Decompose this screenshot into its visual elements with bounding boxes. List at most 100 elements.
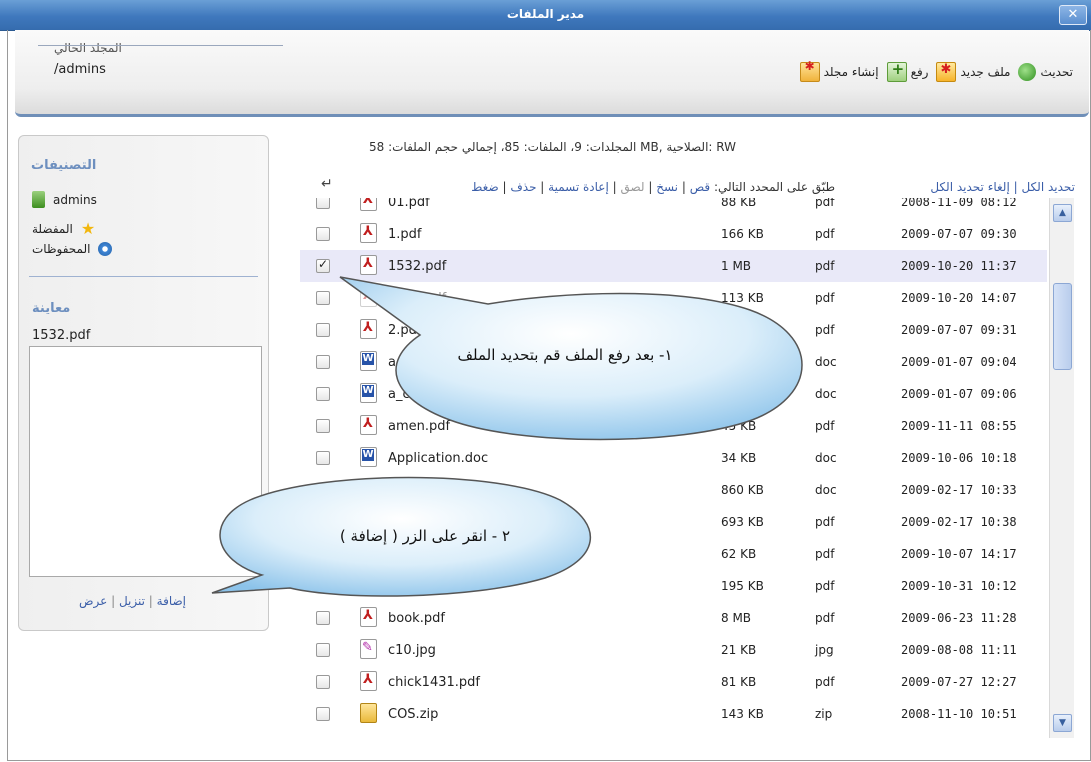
table-row[interactable]: 2.pdf 184 KB pdf 2009-07-07 09:31 [300, 314, 1047, 346]
row-checkbox[interactable] [316, 707, 330, 721]
file-name[interactable]: aqedh1.doc [388, 483, 464, 498]
new-file-button[interactable]: ملف جديد [936, 62, 1010, 82]
row-checkbox[interactable] [316, 483, 330, 497]
table-row[interactable]: chick1431.pdf 81 KB pdf 2009-07-27 12:27 [300, 666, 1047, 698]
compress-link[interactable]: ضغط [471, 180, 498, 194]
row-checkbox[interactable] [316, 451, 330, 465]
delete-link[interactable]: حذف [510, 180, 536, 194]
file-name[interactable]: 1532.pdf [388, 259, 446, 274]
sidebar-item-saved[interactable]: المحفوظات [32, 242, 113, 256]
refresh-button[interactable]: تحديث [1018, 63, 1073, 81]
callout-text-1: ١- بعد رفع الملف قم بتحديد الملف [457, 346, 673, 364]
book-icon [32, 191, 45, 208]
table-row[interactable]: c10.jpg 21 KB jpg 2009-08-08 11:11 [300, 634, 1047, 666]
preview-title: معاينة [32, 301, 71, 316]
scroll-up-button[interactable]: ▲ [1053, 204, 1072, 222]
copy-link[interactable]: نسخ [656, 180, 678, 194]
row-checkbox[interactable] [316, 198, 330, 209]
file-name[interactable]: chick1431.pdf [388, 675, 480, 690]
file-type: zip [815, 707, 833, 721]
paste-link[interactable]: لصق [620, 180, 644, 194]
file-name[interactable]: assssa.pdf [388, 547, 456, 562]
zip-file-icon [360, 703, 377, 723]
file-name[interactable]: a_c.doc [388, 355, 437, 370]
file-date: 2009-07-07 09:31 [901, 323, 1017, 337]
file-type: pdf [815, 291, 835, 305]
file-size: 106 KB [721, 355, 764, 369]
file-name[interactable]: c10.jpg [388, 643, 436, 658]
table-row[interactable]: a_c1.doc 106 KB doc 2009-01-07 09:06 [300, 378, 1047, 410]
row-checkbox[interactable] [316, 323, 330, 337]
file-date: 2009-01-07 09:06 [901, 387, 1017, 401]
file-name[interactable]: Application.doc [388, 451, 488, 466]
pdf-file-icon [360, 415, 377, 435]
title-bar: مدير الملفات ✕ [0, 0, 1091, 31]
file-type: doc [815, 355, 837, 369]
jpg-file-icon [360, 639, 377, 659]
table-row[interactable]: 1533.pdf 113 KB pdf 2009-10-20 14:07 [300, 282, 1047, 314]
file-size: 860 KB [721, 483, 764, 497]
file-size: 45 KB [721, 419, 757, 433]
row-checkbox[interactable] [316, 611, 330, 625]
table-row[interactable]: COS.zip 143 KB zip 2008-11-10 10:51 [300, 698, 1047, 730]
file-size: 195 KB [721, 579, 764, 593]
file-size: 184 KB [721, 323, 764, 337]
file-name[interactable]: 1.pdf [388, 227, 421, 242]
separator: | [608, 180, 621, 194]
row-checkbox[interactable] [316, 675, 330, 689]
row-checkbox[interactable] [316, 227, 330, 241]
scroll-thumb[interactable] [1053, 283, 1072, 370]
row-checkbox[interactable] [316, 419, 330, 433]
file-name[interactable]: book.pdf [388, 611, 445, 626]
file-name[interactable]: COS.zip [388, 707, 438, 722]
sidebar-item-favorites[interactable]: المفضلة ★ [32, 219, 96, 238]
row-checkbox[interactable] [316, 257, 330, 273]
file-name[interactable]: 2.pdf [388, 323, 421, 338]
file-size: 106 KB [721, 387, 764, 401]
file-size: 113 KB [721, 291, 764, 305]
star-icon: ★ [80, 219, 96, 238]
cut-link[interactable]: قص [690, 180, 710, 194]
file-list: 01.pdf 88 KB pdf 2008-11-09 08:12 1.pdf 166 K… [300, 198, 1047, 738]
table-row[interactable]: 1.pdf 166 KB pdf 2009-07-07 09:30 [300, 218, 1047, 250]
new-folder-label: إنشاء مجلد [823, 65, 879, 79]
row-checkbox[interactable] [316, 579, 330, 593]
row-checkbox[interactable] [316, 547, 330, 561]
window-title: مدير الملفات [506, 7, 585, 21]
toolbar: تحديث ملف جديد رفع إنشاء مجلد [799, 59, 1073, 82]
scroll-down-button[interactable]: ▼ [1053, 714, 1072, 732]
select-all-link[interactable]: تحديد الكل [1021, 180, 1075, 194]
row-checkbox[interactable] [316, 291, 330, 305]
table-row[interactable]: B.D.S.pdf 195 KB pdf 2009-10-31 10:12 [300, 570, 1047, 602]
file-name[interactable]: 1533.pdf [388, 291, 446, 306]
new-folder-button[interactable]: إنشاء مجلد [799, 59, 879, 82]
download-link[interactable]: تنزيل [119, 594, 145, 608]
table-row[interactable]: 01.pdf 88 KB pdf 2008-11-09 08:12 [300, 198, 1047, 218]
file-type: pdf [815, 259, 835, 273]
new-folder-icon [799, 59, 820, 82]
view-link[interactable]: عرض [79, 594, 107, 608]
table-row[interactable]: aqedh1.doc 860 KB doc 2009-02-17 10:33 [300, 474, 1047, 506]
file-date: 2009-02-17 10:38 [901, 515, 1017, 529]
close-button[interactable]: ✕ [1059, 5, 1087, 25]
file-type: pdf [815, 579, 835, 593]
table-row[interactable]: Application.doc 34 KB doc 2009-10-06 10:18 [300, 442, 1047, 474]
row-checkbox[interactable] [316, 355, 330, 369]
table-row[interactable]: amen.pdf 45 KB pdf 2009-11-11 08:55 [300, 410, 1047, 442]
file-name[interactable]: 01.pdf [388, 198, 430, 210]
file-name[interactable]: B.D.S.pdf [388, 579, 449, 594]
unselect-all-link[interactable]: إلغاء تحديد الكل [930, 180, 1009, 194]
table-row[interactable]: book.pdf 8 MB pdf 2009-06-23 11:28 [300, 602, 1047, 634]
row-checkbox[interactable] [316, 387, 330, 401]
sidebar-item-label: admins [53, 192, 97, 207]
scrollbar[interactable]: ▲ ▼ [1049, 198, 1074, 738]
rename-link[interactable]: إعادة تسمية [548, 180, 609, 194]
add-link[interactable]: إضافة [157, 594, 186, 608]
upload-label: رفع [910, 65, 929, 79]
table-row[interactable]: 1532.pdf 1 MB pdf 2009-10-20 11:37 [300, 250, 1047, 282]
file-name[interactable]: amen.pdf [388, 419, 450, 434]
row-checkbox[interactable] [316, 643, 330, 657]
sidebar-item-admins[interactable]: admins [32, 191, 97, 208]
file-name[interactable]: a_c1.doc [388, 387, 445, 402]
upload-button[interactable]: رفع [886, 60, 929, 82]
